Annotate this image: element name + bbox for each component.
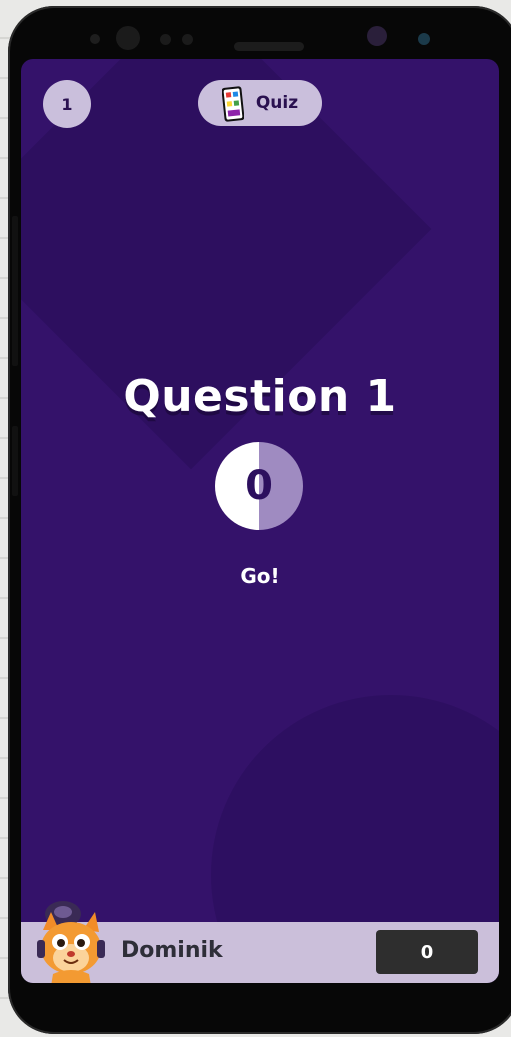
sensor-icon — [182, 34, 193, 45]
round-number-badge: 1 — [43, 80, 91, 128]
sensor-icon — [418, 33, 430, 45]
sensor-icon — [90, 34, 100, 44]
game-mode-label: Quiz — [255, 93, 299, 113]
sensor-icon — [160, 34, 171, 45]
player-score: 0 — [376, 930, 478, 974]
speaker-grille — [234, 42, 304, 51]
camera-icon — [116, 26, 140, 50]
side-button — [12, 426, 18, 496]
player-bar: Dominik 0 — [21, 901, 499, 983]
countdown-timer: 0 — [215, 442, 303, 530]
question-title: Question 1 — [123, 371, 397, 422]
player-name: Dominik — [121, 938, 223, 963]
side-button — [12, 216, 18, 366]
camera-icon — [367, 26, 387, 46]
game-screen: 1 Quiz Question 1 0 Go! Dominik 0 — [21, 59, 499, 983]
game-mode-pill[interactable]: Quiz — [198, 80, 322, 126]
status-text: Go! — [240, 564, 280, 588]
quiz-cards-icon — [221, 86, 245, 122]
cat-avatar-icon — [33, 900, 111, 983]
timer-value: 0 — [245, 463, 273, 509]
